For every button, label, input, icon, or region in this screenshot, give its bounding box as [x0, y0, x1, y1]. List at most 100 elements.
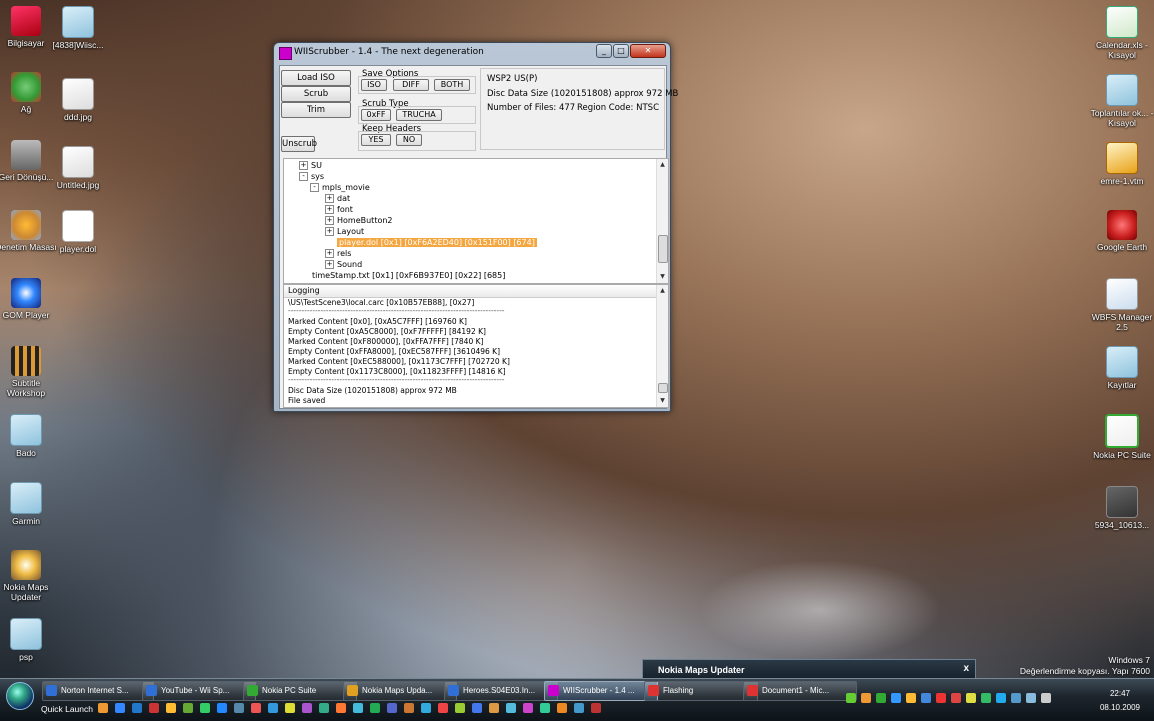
desktop-icon-bado[interactable]: Bado [0, 414, 58, 458]
tree-node-player-dol-selected[interactable]: player.dol [0x1] [0xF6A2ED40] [0x151F00]… [337, 237, 537, 248]
tree-node-rels[interactable]: + rels [325, 248, 351, 259]
tree-scrollbar[interactable]: ▲ ▼ [656, 159, 668, 283]
keep-headers-no-button[interactable]: NO [396, 134, 422, 146]
scrub-button[interactable]: Scrub [281, 86, 351, 102]
desktop-icon-untitled-jpg[interactable]: Untitled.jpg [46, 146, 110, 190]
taskbar-item-flashing[interactable]: Flashing [644, 681, 758, 701]
quick-launch-icon[interactable] [404, 703, 414, 713]
tray-icon[interactable] [966, 693, 976, 703]
log-scrollbar[interactable]: ▲ ▼ [656, 285, 668, 407]
tree-node-dat[interactable]: + dat [325, 193, 350, 204]
tray-icon[interactable] [876, 693, 886, 703]
tree-node-mpls-movie[interactable]: - mpls_movie [310, 182, 370, 193]
taskbar-item-nokia-pc-suite[interactable]: Nokia PC Suite [243, 681, 357, 701]
expand-icon[interactable]: + [325, 205, 334, 214]
close-button[interactable]: ✕ [630, 44, 666, 58]
quick-launch-icon[interactable] [149, 703, 159, 713]
desktop-icon-ddd-jpg[interactable]: ddd.jpg [46, 78, 110, 122]
tray-icon[interactable] [846, 693, 856, 703]
quick-launch-icon[interactable] [370, 703, 380, 713]
tray-icon[interactable] [951, 693, 961, 703]
tray-icon[interactable] [981, 693, 991, 703]
quick-launch-icon[interactable] [353, 703, 363, 713]
quick-launch-icon[interactable] [455, 703, 465, 713]
desktop-icon-subtitle-workshop[interactable]: Subtitle Workshop [0, 346, 58, 398]
quick-launch-icon[interactable] [421, 703, 431, 713]
toast-close-icon[interactable]: x [963, 663, 969, 674]
quick-launch-icon[interactable] [489, 703, 499, 713]
desktop-icon-toplantilar[interactable]: Toplantılar ok... - Kısayol [1090, 74, 1154, 128]
expand-icon[interactable]: + [325, 249, 334, 258]
quick-launch-icon[interactable] [251, 703, 261, 713]
tray-icon[interactable] [1026, 693, 1036, 703]
tray-icon[interactable] [861, 693, 871, 703]
tree-node-homebutton2[interactable]: + HomeButton2 [325, 215, 393, 226]
tray-icon[interactable] [1011, 693, 1021, 703]
quick-launch-icon[interactable] [523, 703, 533, 713]
file-tree[interactable]: + SU - sys - mpls_movie + dat + font + HomeBut… [283, 158, 669, 284]
desktop-icon-nokia-maps-updater[interactable]: Nokia Maps Updater [0, 550, 58, 602]
quick-launch-icon[interactable] [319, 703, 329, 713]
desktop-icon-psp[interactable]: psp [0, 618, 58, 662]
system-clock[interactable]: 22:47 08.10.2009 [1100, 687, 1140, 715]
quick-launch-icon[interactable] [115, 703, 125, 713]
maximize-button[interactable]: □ [613, 44, 629, 58]
desktop-icon-player-dol[interactable]: player.dol [46, 210, 110, 254]
quick-launch-icon[interactable] [217, 703, 227, 713]
tree-node-su[interactable]: + SU [299, 160, 322, 171]
expand-icon[interactable]: + [325, 194, 334, 203]
collapse-icon[interactable]: - [310, 183, 319, 192]
unscrub-button[interactable]: Unscrub [281, 136, 317, 152]
taskbar-item-nokia-maps[interactable]: Nokia Maps Upda... [343, 681, 457, 701]
minimize-button[interactable]: _ [596, 44, 612, 58]
desktop-icon-garmin[interactable]: Garmin [0, 482, 58, 526]
desktop-icon-thumbnail[interactable]: 5934_10613... [1090, 486, 1154, 530]
quick-launch-icon[interactable] [200, 703, 210, 713]
quick-launch-icon[interactable] [98, 703, 108, 713]
volume-icon[interactable] [1041, 693, 1051, 703]
taskbar-item-norton[interactable]: Norton Internet S... [42, 681, 154, 701]
tree-node-sound[interactable]: + Sound [325, 259, 362, 270]
desktop-icon-wiiscrub-folder[interactable]: [4838]Wiisc... [46, 6, 110, 50]
scroll-up-arrow-icon[interactable]: ▲ [658, 160, 667, 169]
tree-node-layout[interactable]: + Layout [325, 226, 364, 237]
window-titlebar[interactable]: WIIScrubber - 1.4 - The next degeneratio… [274, 43, 670, 61]
scroll-thumb[interactable] [658, 383, 668, 393]
desktop-icon-google-earth[interactable]: Google Earth [1090, 210, 1154, 252]
quick-launch-icon[interactable] [574, 703, 584, 713]
taskbar-item-document1[interactable]: Document1 - Mic... [743, 681, 857, 701]
save-both-button[interactable]: BOTH [434, 79, 470, 91]
tree-node-timestamp[interactable]: timeStamp.txt [0x1] [0xF6B937E0] [0x22] … [312, 270, 505, 281]
taskbar-item-youtube[interactable]: YouTube - Wii Sp... [142, 681, 256, 701]
tree-node-sys[interactable]: - sys [299, 171, 324, 182]
keep-headers-yes-button[interactable]: YES [361, 134, 391, 146]
desktop-icon-wbfs-manager[interactable]: WBFS Manager 2.5 [1090, 278, 1154, 332]
quick-launch-icon[interactable] [166, 703, 176, 713]
tree-node-font[interactable]: + font [325, 204, 353, 215]
wiiscrubber-window[interactable]: WIIScrubber - 1.4 - The next degeneratio… [273, 42, 678, 412]
desktop-icon-emre-vtm[interactable]: emre-1.vtm [1090, 142, 1154, 186]
expand-icon[interactable]: + [325, 227, 334, 236]
desktop-icon-nokia-pc-suite[interactable]: Nokia PC Suite [1090, 414, 1154, 460]
tray-icon[interactable] [921, 693, 931, 703]
trim-button[interactable]: Trim [281, 102, 351, 118]
save-iso-button[interactable]: ISO [361, 79, 387, 91]
quick-launch-icon[interactable] [591, 703, 601, 713]
quick-launch-icon[interactable] [234, 703, 244, 713]
scroll-up-arrow-icon[interactable]: ▲ [658, 286, 667, 295]
quick-launch-icon[interactable] [506, 703, 516, 713]
quick-launch-icon[interactable] [285, 703, 295, 713]
desktop-icon-kayitlar[interactable]: Kayıtlar [1090, 346, 1154, 390]
expand-icon[interactable]: + [299, 161, 308, 170]
taskbar-item-heroes[interactable]: Heroes.S04E03.In... [444, 681, 558, 701]
desktop-icon-calendar-xls[interactable]: Calendar.xls - Kısayol [1090, 6, 1154, 60]
load-iso-button[interactable]: Load ISO [281, 70, 351, 86]
log-panel[interactable]: Logging \US\TestScene3\local.carc [0x10B… [283, 284, 669, 408]
tray-icon[interactable] [996, 693, 1006, 703]
scrub-type-trucha-button[interactable]: TRUCHA [396, 109, 442, 121]
quick-launch-icon[interactable] [387, 703, 397, 713]
scrub-type-ff-button[interactable]: 0xFF [361, 109, 391, 121]
desktop-icon-gom-player[interactable]: GOM Player [0, 278, 58, 320]
expand-icon[interactable]: + [325, 216, 334, 225]
tray-icon[interactable] [936, 693, 946, 703]
